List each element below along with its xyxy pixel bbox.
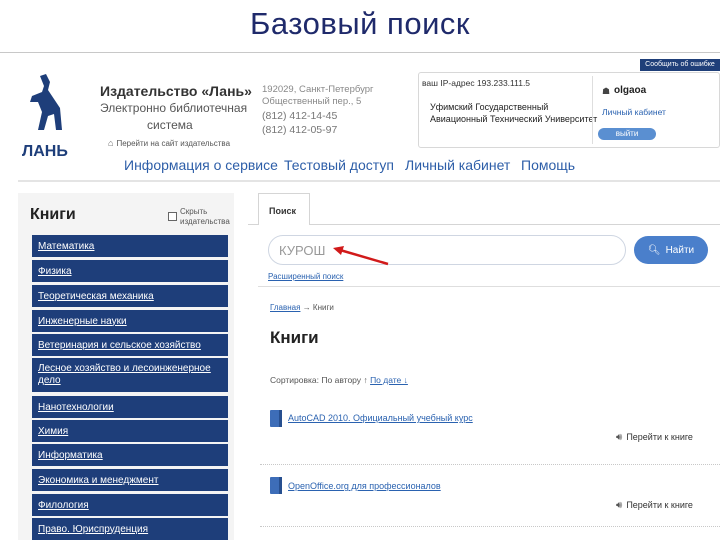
search-button-label: Найти bbox=[665, 244, 695, 256]
book-icon bbox=[270, 477, 282, 494]
breadcrumb-separator: → bbox=[302, 303, 311, 312]
organization-line2: Авиационный Технический Университет bbox=[430, 114, 598, 124]
publisher-name: Издательство «Лань» bbox=[100, 83, 252, 99]
logout-button[interactable]: выйти bbox=[598, 128, 656, 140]
personal-cabinet-link[interactable]: Личный кабинет bbox=[602, 107, 666, 117]
address-line1: 192029, Санкт-Петербург bbox=[262, 84, 374, 95]
breadcrumb: Главная → Книги bbox=[270, 303, 334, 312]
phone-1: (812) 412-14-45 bbox=[262, 110, 338, 122]
username: olgaoa bbox=[614, 85, 647, 96]
sidebar-item-chemistry[interactable]: Химия bbox=[32, 420, 228, 442]
sidebar-item-nanotech[interactable]: Нанотехнологии bbox=[32, 396, 228, 418]
tab-divider bbox=[310, 224, 720, 225]
deer-logo-icon bbox=[30, 74, 62, 130]
read-book-link[interactable]: 🔊︎ Перейти к книге bbox=[616, 432, 693, 443]
tab-divider-left bbox=[248, 224, 258, 225]
speaker-icon: 🔊︎ bbox=[616, 500, 623, 511]
sidebar-item-veterinary[interactable]: Ветеринария и сельское хозяйство bbox=[32, 334, 228, 356]
sidebar-item-physics[interactable]: Физика bbox=[32, 260, 228, 282]
user-box-divider bbox=[592, 76, 593, 144]
user-icon: ☗ bbox=[602, 86, 611, 96]
ip-address: ваш IP-адрес 193.233.111.5 bbox=[422, 78, 531, 88]
nav-item-test-access[interactable]: Тестовый доступ bbox=[284, 157, 394, 173]
book-title-link[interactable]: AutoCAD 2010. Официальный учебный курс bbox=[288, 413, 473, 423]
sidebar-item-philology[interactable]: Филология bbox=[32, 494, 228, 516]
tab-search[interactable]: Поиск bbox=[258, 193, 310, 225]
logo-text: ЛАНЬ bbox=[22, 143, 68, 160]
read-book-label: Перейти к книге bbox=[626, 432, 693, 442]
breadcrumb-home[interactable]: Главная bbox=[270, 303, 300, 312]
search-divider bbox=[258, 286, 720, 287]
goto-publisher-site-link[interactable]: ⌂ Перейти на сайт издательства bbox=[108, 138, 230, 148]
nav-item-help[interactable]: Помощь bbox=[521, 157, 575, 173]
sort-controls: Сортировка: По автору ↑ По дате ↓ bbox=[270, 375, 408, 385]
slide-title: Базовый поиск bbox=[250, 6, 470, 41]
nav-item-personal-cabinet[interactable]: Личный кабинет bbox=[405, 157, 510, 173]
book-title-link[interactable]: OpenOffice.org для профессионалов bbox=[288, 481, 441, 491]
annotation-arrow bbox=[333, 246, 389, 266]
publisher-subtitle-line1: Электронно библиотечная bbox=[100, 101, 248, 115]
sidebar-title: Книги bbox=[30, 206, 76, 223]
page-title: Книги bbox=[270, 328, 319, 347]
sort-by-date[interactable]: По дате ↓ bbox=[370, 375, 408, 385]
phone-2: (812) 412-05-97 bbox=[262, 124, 338, 136]
sort-arrow-icon: ↑ bbox=[363, 375, 368, 385]
sort-label: Сортировка: bbox=[270, 375, 320, 385]
report-error-button[interactable]: Сообщить об ошибке bbox=[640, 59, 720, 71]
row-divider bbox=[260, 526, 720, 527]
breadcrumb-current: Книги bbox=[312, 303, 334, 312]
read-book-link[interactable]: 🔊︎ Перейти к книге bbox=[616, 500, 693, 511]
sidebar-item-forestry[interactable]: Лесное хозяйство и лесоинженерное дело bbox=[32, 358, 228, 392]
publisher-subtitle-line2: система bbox=[147, 118, 193, 132]
home-icon: ⌂ bbox=[108, 138, 114, 148]
sidebar-item-theoretical-mechanics[interactable]: Теоретическая механика bbox=[32, 285, 228, 307]
checkbox-icon[interactable] bbox=[168, 212, 177, 221]
goto-site-label: Перейти на сайт издательства bbox=[116, 139, 231, 148]
read-book-label: Перейти к книге bbox=[626, 500, 693, 510]
publisher-logo[interactable]: ЛАНЬ bbox=[18, 72, 82, 164]
nav-divider bbox=[18, 180, 720, 182]
sidebar-item-mathematics[interactable]: Математика bbox=[32, 235, 228, 257]
slide-divider bbox=[0, 52, 720, 53]
sidebar-item-informatics[interactable]: Информатика bbox=[32, 444, 228, 466]
sort-by-author[interactable]: По автору bbox=[321, 375, 361, 385]
address-line2: Общественный пер., 5 bbox=[262, 96, 362, 107]
organization-line1: Уфимский Государственный bbox=[430, 102, 549, 112]
search-input[interactable] bbox=[268, 235, 626, 265]
search-button[interactable]: 🔍︎ Найти bbox=[634, 236, 708, 264]
nav-item-service-info[interactable]: Информация о сервисе bbox=[124, 157, 278, 173]
advanced-search-link[interactable]: Расширенный поиск bbox=[268, 272, 343, 281]
speaker-icon: 🔊︎ bbox=[616, 432, 623, 443]
sidebar-item-law[interactable]: Право. Юриспруденция bbox=[32, 518, 228, 540]
hide-publishers-label: Скрыть издательства bbox=[180, 207, 230, 226]
book-icon bbox=[270, 410, 282, 427]
sidebar-item-engineering[interactable]: Инженерные науки bbox=[32, 310, 228, 332]
search-icon: 🔍︎ bbox=[647, 244, 661, 256]
sidebar-item-economics[interactable]: Экономика и менеджмент bbox=[32, 469, 228, 491]
row-divider bbox=[260, 464, 720, 465]
